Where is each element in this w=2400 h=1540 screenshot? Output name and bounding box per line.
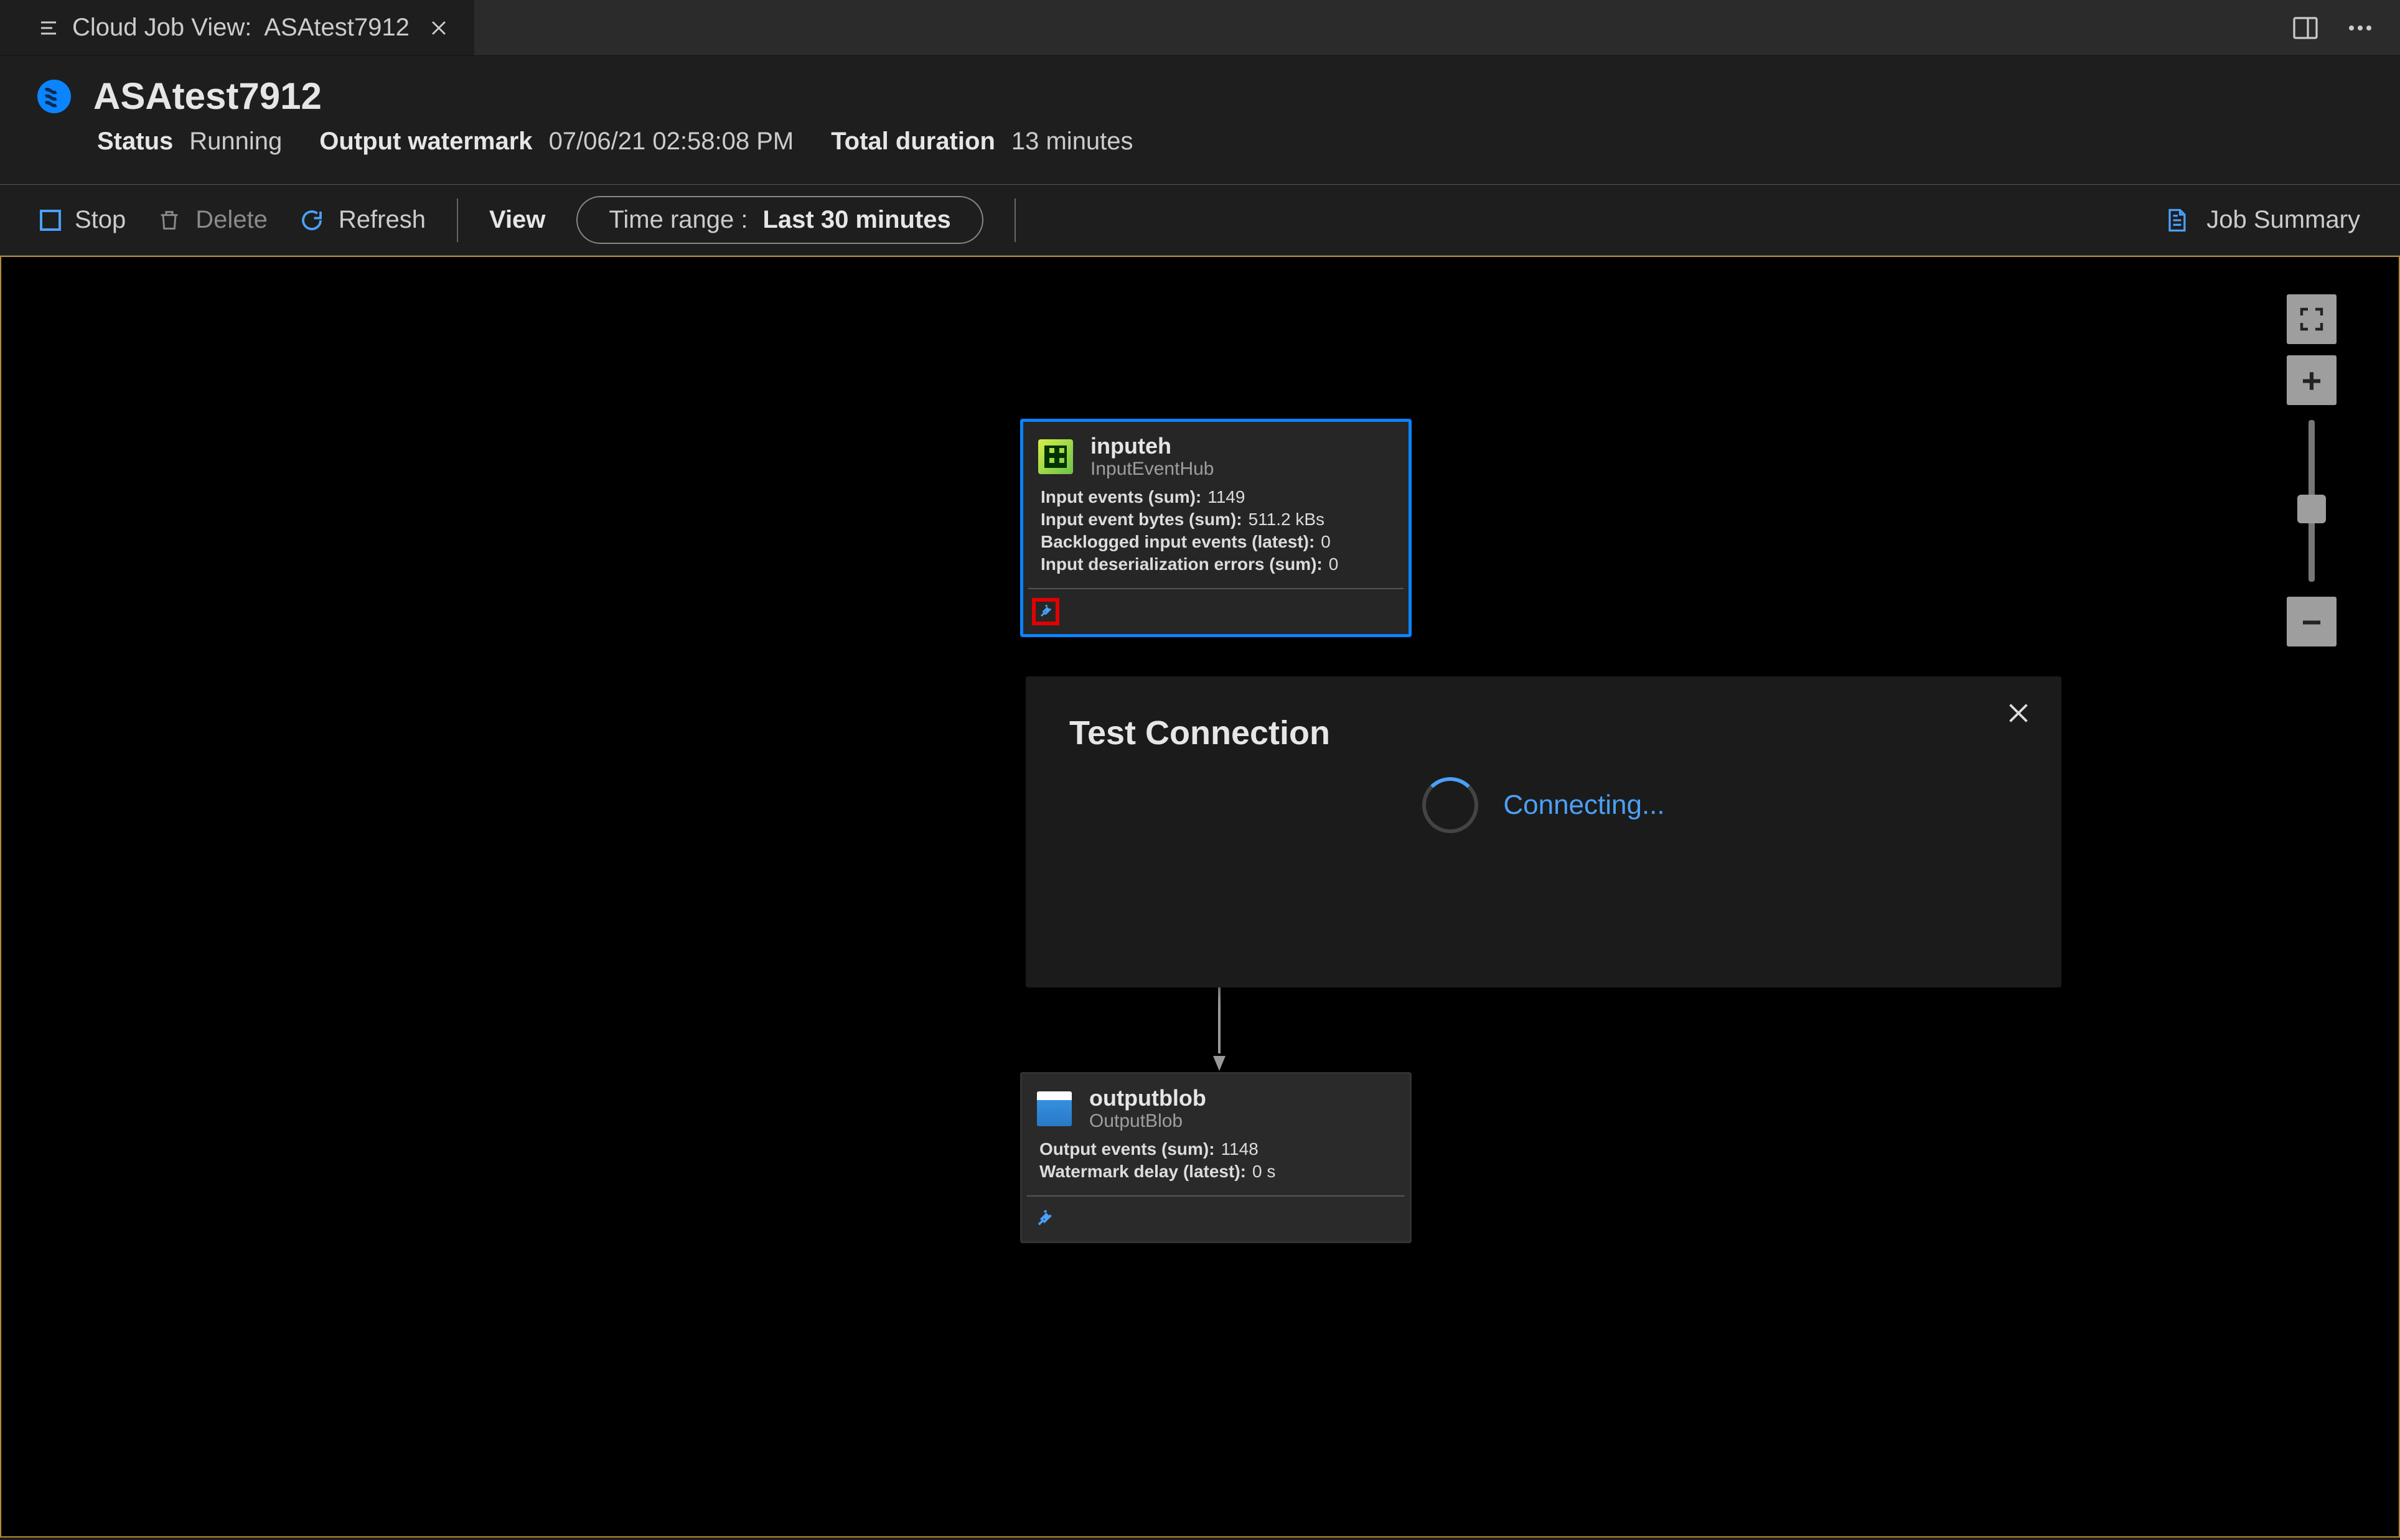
stop-icon — [40, 210, 61, 231]
view-label: View — [489, 206, 545, 234]
metric-value: 0 — [1329, 554, 1339, 574]
zoom-slider-handle[interactable] — [2297, 495, 2326, 523]
time-range-label: Time range : — [609, 206, 748, 234]
refresh-button[interactable]: Refresh — [299, 206, 426, 234]
job-summary-label: Job Summary — [2206, 206, 2360, 234]
node-input[interactable]: inputeh InputEventHub Input events (sum)… — [1020, 419, 1412, 637]
job-summary-button[interactable]: Job Summary — [2163, 206, 2360, 234]
refresh-label: Refresh — [339, 206, 426, 234]
list-icon — [37, 17, 60, 39]
time-range-pill[interactable]: Time range : Last 30 minutes — [576, 196, 983, 244]
more-icon[interactable] — [2345, 13, 2375, 43]
watermark-label: Output watermark — [319, 128, 532, 156]
close-tab-icon[interactable] — [428, 17, 449, 39]
blob-storage-icon — [1037, 1091, 1072, 1126]
azure-stream-icon — [37, 80, 71, 113]
metric-value: 0 — [1321, 532, 1331, 552]
node-output-title: outputblob — [1089, 1086, 1206, 1110]
time-range-value: Last 30 minutes — [762, 206, 950, 234]
metric-key: Input event bytes (sum): — [1041, 510, 1242, 530]
node-output-metrics: Output events (sum): 1148 Watermark delay… — [1022, 1137, 1410, 1192]
spinner-icon — [1422, 777, 1478, 833]
zoom-out-button[interactable]: − — [2287, 597, 2337, 646]
duration-value: 13 minutes — [1011, 128, 1133, 156]
delete-label: Delete — [195, 206, 268, 234]
eventhub-icon — [1038, 439, 1073, 474]
metric-value: 1148 — [1221, 1139, 1259, 1159]
node-output-subtitle: OutputBlob — [1089, 1111, 1206, 1131]
zoom-fit-button[interactable] — [2287, 294, 2337, 344]
separator — [457, 198, 458, 242]
delete-button: Delete — [157, 206, 268, 234]
metric-value: 511.2 kBs — [1249, 510, 1324, 530]
node-input-metrics: Input events (sum): 1149 Input event byte… — [1023, 485, 1409, 584]
toolbar: Stop Delete Refresh View Time range : La… — [0, 184, 2400, 256]
stop-label: Stop — [75, 206, 126, 234]
tab-prefix: Cloud Job View: — [72, 14, 251, 42]
metric-key: Output events (sum): — [1039, 1139, 1215, 1159]
active-tab[interactable]: Cloud Job View: ASAtest7912 — [0, 0, 474, 55]
page-title: ASAtest7912 — [93, 75, 322, 118]
separator — [1015, 198, 1016, 242]
metric-key: Input events (sum): — [1041, 487, 1201, 507]
node-output[interactable]: outputblob OutputBlob Output events (sum… — [1020, 1072, 1412, 1243]
status-value: Running — [189, 128, 282, 156]
diagram-canvas[interactable]: inputeh InputEventHub Input events (sum)… — [0, 256, 2400, 1538]
job-header: ASAtest7912 Status Running Output waterm… — [0, 56, 2400, 184]
test-connection-dialog: Test Connection Connecting... — [1026, 676, 2061, 987]
split-panel-icon[interactable] — [2290, 13, 2320, 43]
status-label: Status — [97, 128, 173, 156]
stop-button[interactable]: Stop — [40, 206, 126, 234]
close-dialog-icon[interactable] — [2004, 699, 2033, 727]
duration-label: Total duration — [831, 128, 995, 156]
tab-strip: Cloud Job View: ASAtest7912 — [0, 0, 2400, 56]
zoom-in-button[interactable]: + — [2287, 355, 2337, 405]
test-connection-button[interactable] — [1034, 600, 1057, 623]
dialog-title: Test Connection — [1069, 714, 2018, 752]
dialog-status-text: Connecting... — [1503, 790, 1664, 821]
refresh-icon — [299, 207, 325, 233]
node-input-title: inputeh — [1090, 434, 1214, 458]
metric-value: 1149 — [1207, 487, 1245, 507]
zoom-controls: + − — [2287, 294, 2337, 646]
document-icon — [2163, 207, 2190, 234]
trash-icon — [157, 208, 182, 233]
tab-title: ASAtest7912 — [264, 14, 410, 42]
metric-key: Watermark delay (latest): — [1039, 1162, 1246, 1182]
metric-key: Backlogged input events (latest): — [1041, 532, 1315, 552]
test-connection-button[interactable] — [1033, 1208, 1056, 1230]
metric-value: 0 s — [1252, 1162, 1275, 1182]
connector-arrow — [1211, 979, 1228, 1072]
node-input-subtitle: InputEventHub — [1090, 459, 1214, 479]
watermark-value: 07/06/21 02:58:08 PM — [549, 128, 794, 156]
zoom-slider-track[interactable] — [2309, 420, 2315, 582]
metric-key: Input deserialization errors (sum): — [1041, 554, 1323, 574]
